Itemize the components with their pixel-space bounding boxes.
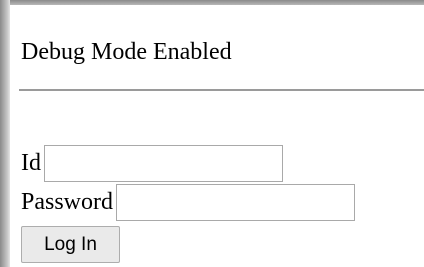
password-label: Password xyxy=(21,189,114,215)
id-field-row: Id xyxy=(21,144,283,182)
password-field-row: Password xyxy=(21,183,356,221)
log-in-button[interactable]: Log In xyxy=(21,226,120,263)
id-input[interactable] xyxy=(44,144,283,182)
horizontal-rule xyxy=(19,89,424,91)
page-content: Debug Mode Enabled Id Password Log In xyxy=(19,5,424,267)
id-label: Id xyxy=(21,150,41,176)
password-input[interactable] xyxy=(116,183,356,221)
window-frame-left xyxy=(0,0,10,267)
debug-mode-heading: Debug Mode Enabled xyxy=(21,39,232,65)
